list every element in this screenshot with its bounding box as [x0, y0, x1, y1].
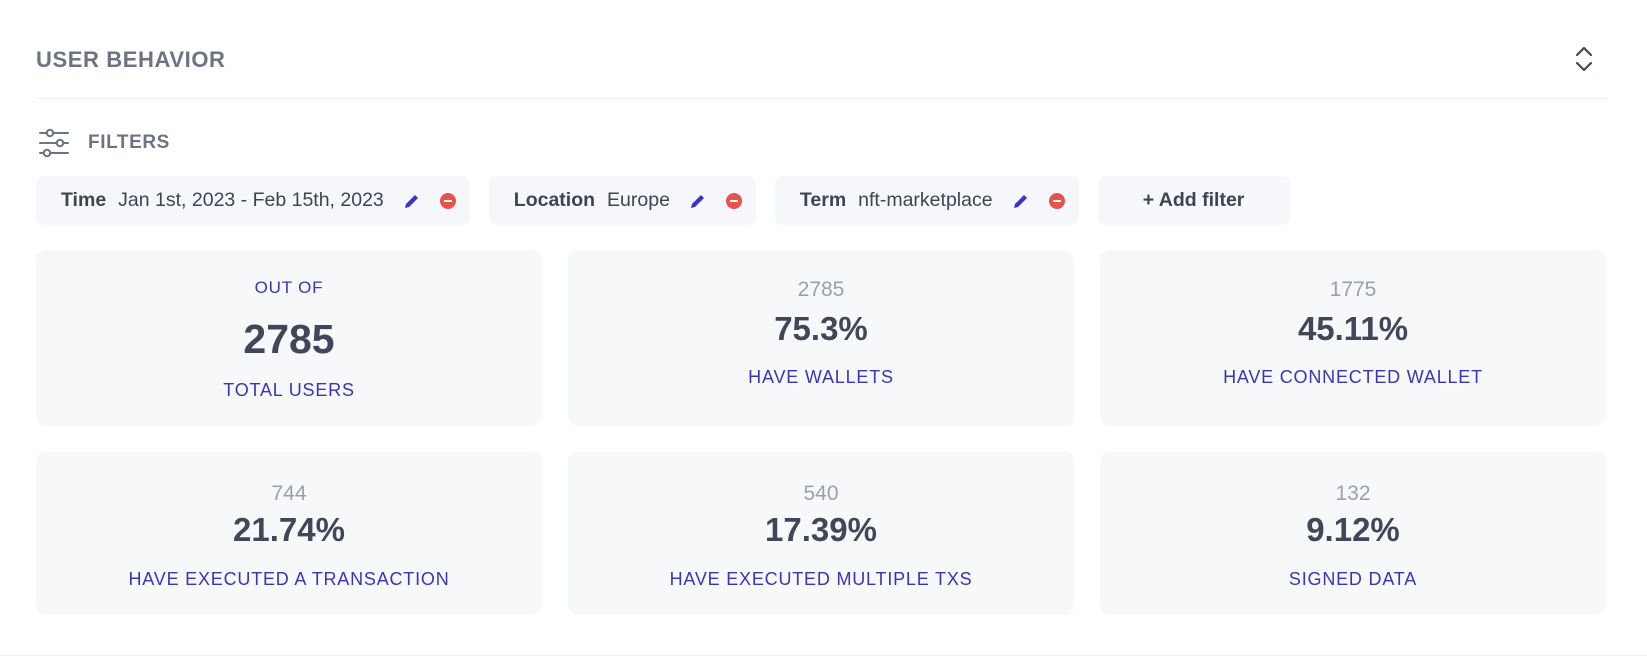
metric-label: SIGNED DATA: [1288, 569, 1418, 589]
metric-total-value: 2785: [243, 316, 335, 362]
metric-label: TOTAL USERS: [223, 380, 355, 400]
metric-percent: 75.3%: [774, 310, 868, 347]
filter-chip-value: Jan 1st, 2023 - Feb 15th, 2023: [118, 189, 384, 211]
expand-collapse-icon[interactable]: [1570, 44, 1598, 74]
metric-card: 132 9.12% SIGNED DATA: [1100, 451, 1606, 615]
metric-card: 1775 45.11% HAVE CONNECTED WALLET: [1100, 250, 1606, 426]
filter-chip-list: Time Jan 1st, 2023 - Feb 15th, 2023 Loca…: [36, 176, 1290, 225]
metric-percent: 45.11%: [1297, 310, 1409, 347]
remove-circle-icon[interactable]: [1048, 192, 1065, 209]
metric-card: 540 17.39% HAVE EXECUTED MULTIPLE TXS: [568, 451, 1074, 615]
pencil-icon[interactable]: [1011, 191, 1031, 211]
metric-caption: OUT OF: [254, 278, 324, 297]
metric-card-total-users: OUT OF 2785 TOTAL USERS: [36, 250, 542, 426]
metric-label: HAVE WALLETS: [748, 367, 894, 387]
remove-circle-icon[interactable]: [439, 192, 456, 209]
section-title: USER BEHAVIOR: [36, 47, 226, 72]
metric-percent: 21.74%: [233, 511, 345, 548]
filter-chip-value: Europe: [607, 189, 670, 211]
remove-circle-icon[interactable]: [725, 192, 742, 209]
metrics-grid: OUT OF 2785 TOTAL USERS 2785 75.3% HAVE …: [36, 250, 1606, 615]
section-header: USER BEHAVIOR: [36, 38, 1606, 99]
metric-count: 744: [271, 482, 307, 505]
filters-label: FILTERS: [88, 132, 170, 153]
metric-percent: 17.39%: [765, 511, 877, 548]
sliders-icon: [38, 128, 72, 158]
metric-count: 1775: [1329, 278, 1377, 301]
pencil-icon[interactable]: [688, 191, 708, 211]
pencil-icon[interactable]: [402, 191, 422, 211]
filters-heading: FILTERS: [36, 126, 170, 160]
filter-chip-key: Term: [799, 189, 847, 211]
metric-label: HAVE EXECUTED A TRANSACTION: [128, 569, 450, 589]
metric-label: HAVE EXECUTED MULTIPLE TXS: [669, 569, 973, 589]
add-filter-button[interactable]: + Add filter: [1097, 176, 1290, 225]
filter-chip-term[interactable]: Term nft-marketplace: [774, 176, 1079, 225]
metric-percent: 9.12%: [1306, 511, 1400, 548]
filter-chip-time[interactable]: Time Jan 1st, 2023 - Feb 15th, 2023: [36, 176, 470, 225]
metric-count: 132: [1335, 482, 1371, 505]
metric-label: HAVE CONNECTED WALLET: [1223, 367, 1483, 387]
filter-chip-key: Time: [61, 189, 107, 211]
filter-chip-location[interactable]: Location Europe: [488, 176, 756, 225]
filter-chip-value: nft-marketplace: [858, 189, 993, 211]
metric-card: 2785 75.3% HAVE WALLETS: [568, 250, 1074, 426]
metric-count: 540: [803, 482, 839, 505]
user-behavior-panel: USER BEHAVIOR FILTERS Time Jan 1st, 2023…: [36, 0, 1606, 656]
filter-chip-key: Location: [513, 189, 596, 211]
metric-count: 2785: [797, 278, 845, 301]
metric-card: 744 21.74% HAVE EXECUTED A TRANSACTION: [36, 451, 542, 615]
